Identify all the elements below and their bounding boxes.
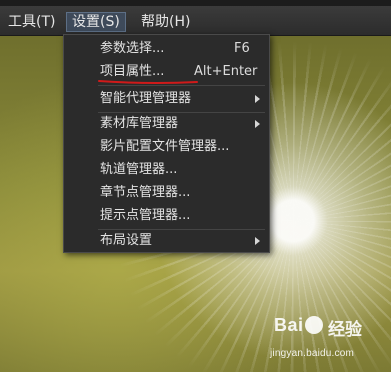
menu-separator bbox=[98, 85, 265, 86]
menu-item-layout-settings[interactable]: 布局设置 bbox=[64, 229, 269, 252]
menu-item-preferences[interactable]: 参数选择... F6 bbox=[64, 37, 269, 60]
paw-icon bbox=[305, 316, 323, 334]
baidu-jingyan-watermark: Bai 经验 jingyan.baidu.com bbox=[270, 315, 391, 367]
menu-item-label: 影片配置文件管理器... bbox=[100, 139, 230, 154]
submenu-arrow-icon bbox=[255, 95, 260, 103]
menu-help[interactable]: 帮助(H) bbox=[135, 12, 196, 32]
menu-item-label: 智能代理管理器 bbox=[100, 91, 192, 106]
menu-item-label: 提示点管理器... bbox=[100, 208, 191, 223]
watermark-brand: 经验 bbox=[328, 320, 362, 340]
baidu-logo-text: Bai bbox=[274, 315, 304, 335]
menu-item-shortcut: F6 bbox=[234, 41, 250, 56]
menu-item-label: 布局设置 bbox=[100, 233, 153, 248]
menu-tools[interactable]: 工具(T) bbox=[2, 12, 61, 32]
menu-item-label: 轨道管理器... bbox=[100, 162, 178, 177]
menu-item-track-manager[interactable]: 轨道管理器... bbox=[64, 158, 269, 181]
menu-item-label: 参数选择... bbox=[100, 41, 165, 56]
settings-dropdown: 参数选择... F6 项目属性... Alt+Enter 智能代理管理器 素材库… bbox=[63, 34, 270, 253]
submenu-arrow-icon bbox=[255, 237, 260, 245]
menu-item-movie-profile-manager[interactable]: 影片配置文件管理器... bbox=[64, 135, 269, 158]
menu-item-label: 素材库管理器 bbox=[100, 116, 179, 131]
menu-item-chapter-point-manager[interactable]: 章节点管理器... bbox=[64, 181, 269, 204]
menu-item-smart-proxy-manager[interactable]: 智能代理管理器 bbox=[64, 87, 269, 110]
menu-item-library-manager[interactable]: 素材库管理器 bbox=[64, 112, 269, 135]
menu-item-cue-point-manager[interactable]: 提示点管理器... bbox=[64, 204, 269, 227]
submenu-arrow-icon bbox=[255, 120, 260, 128]
menu-item-shortcut: Alt+Enter bbox=[194, 64, 258, 79]
menu-settings[interactable]: 设置(S) bbox=[66, 12, 126, 32]
menu-item-label: 章节点管理器... bbox=[100, 185, 191, 200]
menu-bar: 工具(T) 设置(S) 帮助(H) bbox=[0, 6, 391, 36]
watermark-url: jingyan.baidu.com bbox=[270, 348, 355, 359]
